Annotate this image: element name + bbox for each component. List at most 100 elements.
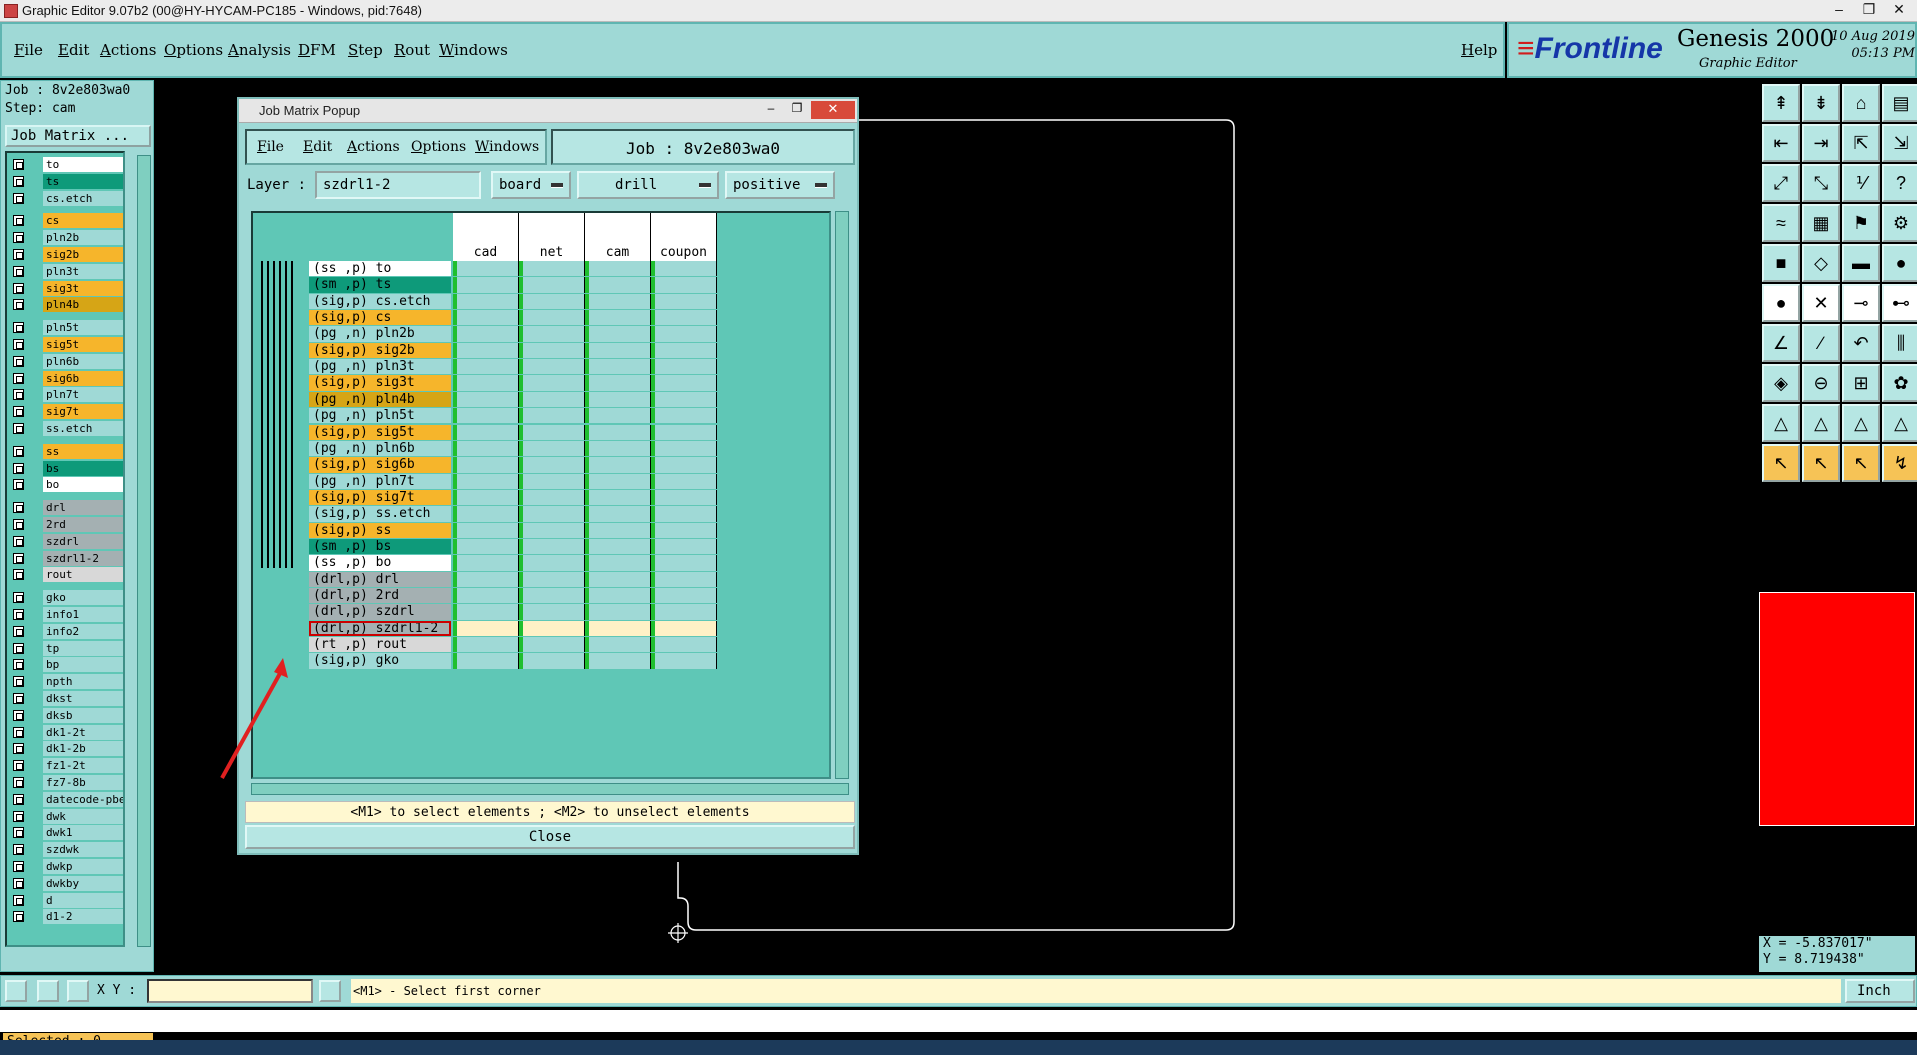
matrix-cell[interactable]	[453, 555, 519, 571]
pad-icon[interactable]: ■	[1762, 244, 1800, 282]
matrix-cell[interactable]	[453, 326, 519, 342]
layer-item[interactable]: ss.etch	[7, 421, 123, 436]
matrix-cell[interactable]	[585, 261, 651, 277]
matrix-row-label[interactable]: (pg ,n) pln3t	[309, 359, 451, 375]
grid-tool-icon[interactable]	[67, 980, 89, 1002]
matrix-row-label[interactable]: (drl,p) szdrl	[309, 604, 451, 620]
matrix-cell[interactable]	[585, 620, 651, 637]
layer-item[interactable]: npth	[7, 674, 123, 690]
matrix-cell[interactable]	[585, 522, 651, 538]
layer-item[interactable]: dk1-2t	[7, 724, 123, 740]
arc-icon[interactable]: ↶	[1842, 324, 1880, 362]
matrix-cell[interactable]	[585, 457, 651, 473]
matrix-cell[interactable]	[585, 359, 651, 375]
layer-checkbox[interactable]	[13, 215, 24, 227]
matrix-cell[interactable]	[519, 489, 585, 506]
center-icon[interactable]: ⤡	[1802, 164, 1840, 202]
triangle-icon[interactable]: △	[1802, 404, 1840, 442]
text-cursor-icon[interactable]	[319, 980, 341, 1002]
matrix-cell[interactable]	[453, 261, 519, 277]
menu-windows[interactable]: Windows	[439, 41, 508, 59]
link-icon[interactable]: ⊷	[1882, 284, 1917, 322]
popup-menu-actions[interactable]: Actions	[347, 139, 400, 155]
target-icon[interactable]: ◈	[1762, 364, 1800, 402]
node-icon[interactable]: ●	[1762, 284, 1800, 322]
matrix-row-label[interactable]: (pg ,n) pln6b	[309, 440, 451, 457]
home-icon[interactable]: ⌂	[1842, 84, 1880, 122]
matrix-cell[interactable]	[651, 506, 717, 522]
matrix-cell[interactable]	[453, 375, 519, 391]
context-dropdown[interactable]: board	[491, 171, 571, 199]
step-column-header[interactable]: cad	[453, 213, 519, 261]
layer-checkbox[interactable]	[13, 810, 24, 822]
layer-item[interactable]: pln2b	[7, 230, 123, 246]
menu-rout[interactable]: Rout	[394, 41, 430, 59]
menu-step[interactable]: Step	[348, 41, 383, 59]
matrix-cell[interactable]	[585, 440, 651, 457]
layer-checkbox[interactable]	[13, 743, 24, 755]
triangle-icon[interactable]: △	[1842, 404, 1880, 442]
layer-item[interactable]: fz7-8b	[7, 775, 123, 790]
layout-icon[interactable]: ▤	[1882, 84, 1917, 122]
select-icon[interactable]: ↖	[1842, 444, 1880, 482]
layer-checkbox[interactable]	[13, 844, 24, 856]
matrix-cell[interactable]	[453, 653, 519, 669]
delete-icon[interactable]: ✕	[1802, 284, 1840, 322]
matrix-row-label[interactable]: (sig,p) ss	[309, 522, 451, 538]
matrix-cell[interactable]	[651, 261, 717, 277]
matrix-cell[interactable]	[585, 538, 651, 555]
matrix-cell[interactable]	[519, 571, 585, 587]
matrix-cell[interactable]	[519, 408, 585, 424]
layer-checkbox[interactable]	[13, 355, 24, 367]
layer-item[interactable]: sig2b	[7, 247, 123, 262]
matrix-row-label[interactable]: (ss ,p) bo	[309, 555, 451, 571]
connect-icon[interactable]: ⊸	[1842, 284, 1880, 322]
matrix-cell[interactable]	[453, 588, 519, 604]
layer-list-scrollbar[interactable]	[137, 155, 151, 947]
layer-item[interactable]: fz1-2t	[7, 758, 123, 774]
menu-options[interactable]: Options	[164, 41, 223, 59]
matrix-cell[interactable]	[651, 538, 717, 555]
select-icon[interactable]: ↖	[1762, 444, 1800, 482]
layer-checkbox[interactable]	[13, 462, 24, 474]
matrix-cell[interactable]	[453, 620, 519, 637]
menu-edit[interactable]: Edit	[58, 41, 89, 59]
matrix-row-label[interactable]: (drl,p) 2rd	[309, 588, 451, 604]
layer-item[interactable]: drl	[7, 500, 123, 516]
matrix-cell[interactable]	[585, 310, 651, 326]
layer-item[interactable]: sig7t	[7, 404, 123, 420]
menu-dfm[interactable]: DFM	[298, 41, 336, 59]
matrix-cell[interactable]	[585, 604, 651, 620]
matrix-cell[interactable]	[519, 424, 585, 440]
popup-menu-windows[interactable]: Windows	[475, 139, 539, 155]
matrix-row-label[interactable]: (sm ,p) bs	[309, 538, 451, 555]
matrix-row-label[interactable]: (pg ,n) pln4b	[309, 391, 451, 408]
matrix-cell[interactable]	[651, 653, 717, 669]
popup-restore-icon[interactable]: ❐	[785, 101, 809, 119]
matrix-cell[interactable]	[651, 637, 717, 653]
popup-menu-file[interactable]: File	[257, 139, 284, 155]
layer-item[interactable]: ts	[7, 173, 123, 189]
matrix-row-label[interactable]: (pg ,n) pln7t	[309, 473, 451, 489]
matrix-row-label[interactable]: (sig,p) ss.etch	[309, 506, 451, 522]
menu-actions[interactable]: Actions	[100, 41, 156, 59]
matrix-cell[interactable]	[453, 391, 519, 408]
menu-file[interactable]: File	[14, 41, 43, 59]
layer-checkbox[interactable]	[13, 389, 24, 401]
matrix-cell[interactable]	[651, 440, 717, 457]
matrix-row-label[interactable]: (drl,p) szdrl1-2	[309, 620, 451, 637]
triangle-icon[interactable]: △	[1762, 404, 1800, 442]
layer-checkbox[interactable]	[13, 423, 24, 434]
matrix-cell[interactable]	[651, 277, 717, 293]
layer-checkbox[interactable]	[13, 372, 24, 384]
layer-checkbox[interactable]	[13, 445, 24, 457]
matrix-cell[interactable]	[519, 588, 585, 604]
settings-icon[interactable]: ⚙	[1882, 204, 1917, 242]
layer-item[interactable]: sig5t	[7, 337, 123, 352]
layer-item[interactable]: sig3t	[7, 280, 123, 296]
matrix-cell[interactable]	[651, 310, 717, 326]
layer-checkbox[interactable]	[13, 339, 24, 350]
matrix-row-label[interactable]: (rt ,p) rout	[309, 637, 451, 653]
layer-item[interactable]: dwk	[7, 808, 123, 824]
layer-item[interactable]: d1-2	[7, 909, 123, 925]
